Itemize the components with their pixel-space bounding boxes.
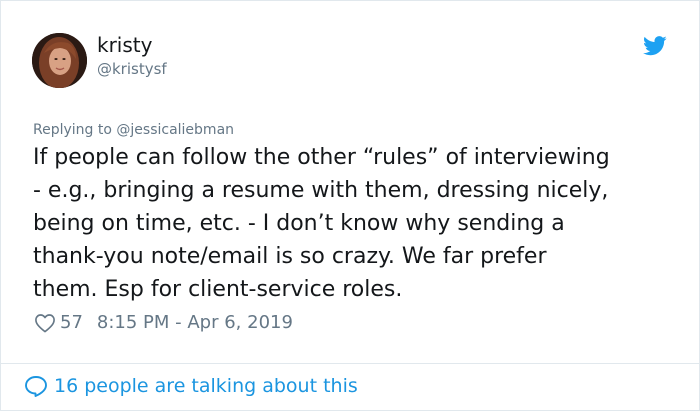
display-name[interactable]: kristy: [97, 33, 152, 57]
user-handle[interactable]: @kristysf: [97, 59, 167, 79]
timestamp[interactable]: 8:15 PM - Apr 6, 2019: [97, 311, 293, 335]
tweet-meta: 57 8:15 PM - Apr 6, 2019: [34, 311, 293, 335]
divider: [1, 363, 699, 364]
like-count[interactable]: 57: [60, 311, 83, 335]
avatar[interactable]: [32, 33, 87, 88]
talking-about-text[interactable]: 16 people are talking about this: [54, 373, 358, 399]
twitter-bird-icon[interactable]: [643, 35, 667, 57]
replying-prefix: Replying to: [33, 122, 117, 138]
avatar-image: [32, 33, 87, 88]
reply-mention-link[interactable]: @jessicaliebman: [116, 122, 234, 138]
heart-icon[interactable]: [34, 313, 56, 333]
tweet-text: If people can follow the other “rules” o…: [33, 145, 610, 302]
talking-about-link[interactable]: 16 people are talking about this: [24, 373, 358, 399]
tweet-card: kristy @kristysf Replying to @jessicalie…: [0, 0, 700, 411]
replying-to: Replying to @jessicaliebman: [33, 121, 234, 139]
speech-bubble-icon: [25, 376, 47, 397]
